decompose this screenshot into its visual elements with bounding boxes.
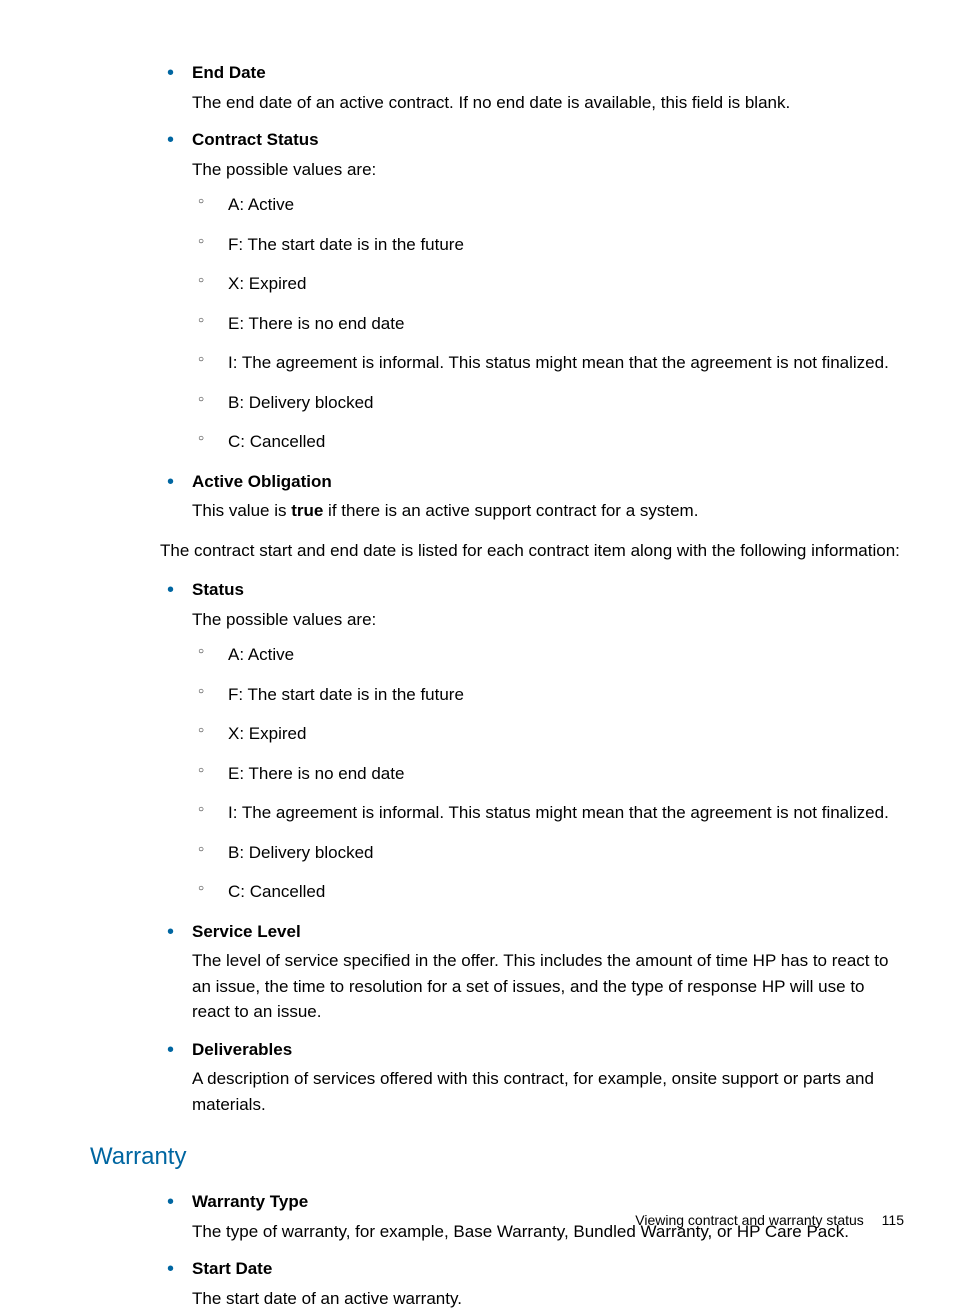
definition-list-2: Status The possible values are: A: Activ… <box>160 577 904 1117</box>
sub-list-item: F: The start date is in the future <box>192 232 904 258</box>
page-number: 115 <box>882 1212 904 1228</box>
sub-list-item: X: Expired <box>192 271 904 297</box>
term-title: Status <box>192 577 904 603</box>
sub-list-item: E: There is no end date <box>192 761 904 787</box>
term-title: End Date <box>192 60 904 86</box>
sub-list-item: I: The agreement is informal. This statu… <box>192 350 904 376</box>
bold-text: true <box>291 501 323 520</box>
sub-list: A: Active F: The start date is in the fu… <box>192 642 904 905</box>
term-title: Contract Status <box>192 127 904 153</box>
list-item: Service Level The level of service speci… <box>160 919 904 1025</box>
term-title: Start Date <box>192 1256 904 1282</box>
sub-list-item: A: Active <box>192 192 904 218</box>
text-span: if there is an active support contract f… <box>323 501 698 520</box>
sub-list-item: F: The start date is in the future <box>192 682 904 708</box>
term-desc: This value is true if there is an active… <box>192 498 904 524</box>
list-item: Start Date The start date of an active w… <box>160 1256 904 1311</box>
term-desc: The level of service specified in the of… <box>192 948 904 1025</box>
term-desc: The end date of an active contract. If n… <box>192 90 904 116</box>
sub-list-item: C: Cancelled <box>192 429 904 455</box>
document-content: End Date The end date of an active contr… <box>90 60 904 1311</box>
sub-list-item: C: Cancelled <box>192 879 904 905</box>
term-title: Service Level <box>192 919 904 945</box>
page-footer: Viewing contract and warranty status 115 <box>635 1210 904 1231</box>
term-title: Active Obligation <box>192 469 904 495</box>
sub-list-item: B: Delivery blocked <box>192 840 904 866</box>
term-desc: The start date of an active warranty. <box>192 1286 904 1311</box>
term-title: Deliverables <box>192 1037 904 1063</box>
mid-paragraph: The contract start and end date is liste… <box>90 538 904 564</box>
text-span: This value is <box>192 501 291 520</box>
list-item: Deliverables A description of services o… <box>160 1037 904 1118</box>
footer-text: Viewing contract and warranty status <box>635 1212 864 1228</box>
list-item: Active Obligation This value is true if … <box>160 469 904 524</box>
sub-list-item: I: The agreement is informal. This statu… <box>192 800 904 826</box>
sub-list-item: A: Active <box>192 642 904 668</box>
sub-list-item: X: Expired <box>192 721 904 747</box>
sub-list: A: Active F: The start date is in the fu… <box>192 192 904 455</box>
term-desc: A description of services offered with t… <box>192 1066 904 1117</box>
definition-list-1: End Date The end date of an active contr… <box>160 60 904 524</box>
list-item: Status The possible values are: A: Activ… <box>160 577 904 905</box>
sub-list-item: B: Delivery blocked <box>192 390 904 416</box>
sub-list-item: E: There is no end date <box>192 311 904 337</box>
warranty-heading: Warranty <box>90 1139 904 1175</box>
list-item: Contract Status The possible values are:… <box>160 127 904 455</box>
term-desc: The possible values are: <box>192 157 904 183</box>
definition-list-3: Warranty Type The type of warranty, for … <box>160 1189 904 1311</box>
term-desc: The possible values are: <box>192 607 904 633</box>
list-item: End Date The end date of an active contr… <box>160 60 904 115</box>
